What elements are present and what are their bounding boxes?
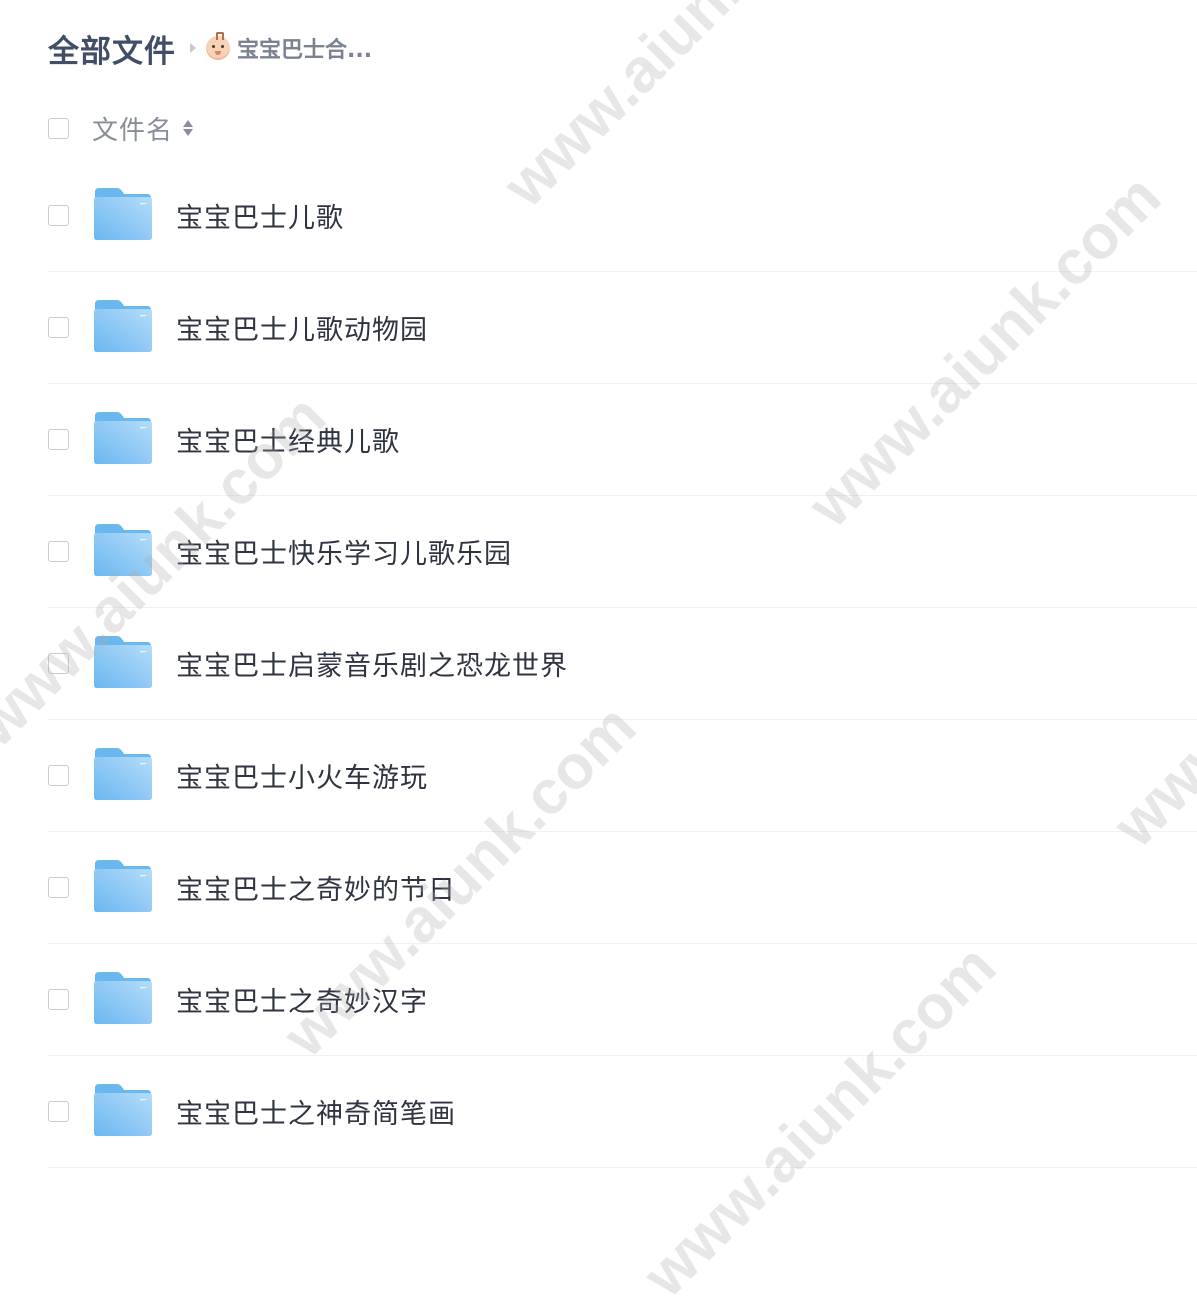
breadcrumb-root[interactable]: 全部文件 xyxy=(48,26,176,71)
row-checkbox[interactable] xyxy=(48,877,69,898)
chevron-right-icon xyxy=(190,43,196,53)
file-row[interactable]: 宝宝巴士之奇妙汉字 xyxy=(48,944,1197,1056)
row-checkbox[interactable] xyxy=(48,1101,69,1122)
file-row[interactable]: 宝宝巴士之奇妙的节日 xyxy=(48,832,1197,944)
breadcrumb: 全部文件 宝宝巴士合... xyxy=(48,26,372,70)
folder-icon xyxy=(69,522,153,581)
file-name[interactable]: 宝宝巴士经典儿歌 xyxy=(176,420,400,459)
folder-icon xyxy=(69,858,153,917)
row-checkbox[interactable] xyxy=(48,317,69,338)
file-name[interactable]: 宝宝巴士快乐学习儿歌乐园 xyxy=(176,532,512,571)
row-checkbox[interactable] xyxy=(48,989,69,1010)
file-row[interactable]: 宝宝巴士儿歌 xyxy=(48,160,1197,272)
file-name[interactable]: 宝宝巴士之神奇简笔画 xyxy=(176,1092,456,1131)
file-row[interactable]: 宝宝巴士启蒙音乐剧之恐龙世界 xyxy=(48,608,1197,720)
folder-icon xyxy=(69,970,153,1029)
sort-icon[interactable] xyxy=(183,120,194,136)
folder-icon xyxy=(69,746,153,805)
file-name[interactable]: 宝宝巴士小火车游玩 xyxy=(176,756,428,795)
column-header-name[interactable]: 文件名 xyxy=(92,110,173,147)
breadcrumb-current[interactable]: 宝宝巴士合... xyxy=(237,32,372,64)
file-list: 宝宝巴士儿歌宝宝巴士儿歌动物园 宝宝巴士经典儿歌宝宝巴士快乐学习儿歌乐园宝宝巴士启… xyxy=(48,160,1197,1168)
file-name[interactable]: 宝宝巴士儿歌 xyxy=(176,196,344,235)
file-row[interactable]: 宝宝巴士之神奇简笔画 xyxy=(48,1056,1197,1168)
file-row[interactable]: 宝宝巴士儿歌动物园 xyxy=(48,272,1197,384)
folder-icon xyxy=(69,1082,153,1141)
folder-icon xyxy=(69,186,153,245)
file-row[interactable]: 宝宝巴士小火车游玩 xyxy=(48,720,1197,832)
file-row[interactable]: 宝宝巴士快乐学习儿歌乐园 xyxy=(48,496,1197,608)
select-all-checkbox[interactable] xyxy=(48,117,69,139)
row-checkbox[interactable] xyxy=(48,205,69,226)
folder-icon xyxy=(69,634,153,693)
list-header: 文件名 xyxy=(48,108,194,148)
row-checkbox[interactable] xyxy=(48,541,69,562)
baby-face-icon xyxy=(206,32,230,60)
file-name[interactable]: 宝宝巴士之奇妙的节日 xyxy=(176,868,456,907)
file-row[interactable]: 宝宝巴士经典儿歌 xyxy=(48,384,1197,496)
file-name[interactable]: 宝宝巴士之奇妙汉字 xyxy=(176,980,428,1019)
file-name[interactable]: 宝宝巴士启蒙音乐剧之恐龙世界 xyxy=(176,644,568,683)
file-name[interactable]: 宝宝巴士儿歌动物园 xyxy=(176,308,428,347)
row-checkbox[interactable] xyxy=(48,653,69,674)
row-checkbox[interactable] xyxy=(48,765,69,786)
folder-icon xyxy=(69,298,153,357)
folder-icon xyxy=(69,410,153,469)
row-checkbox[interactable] xyxy=(48,429,69,450)
